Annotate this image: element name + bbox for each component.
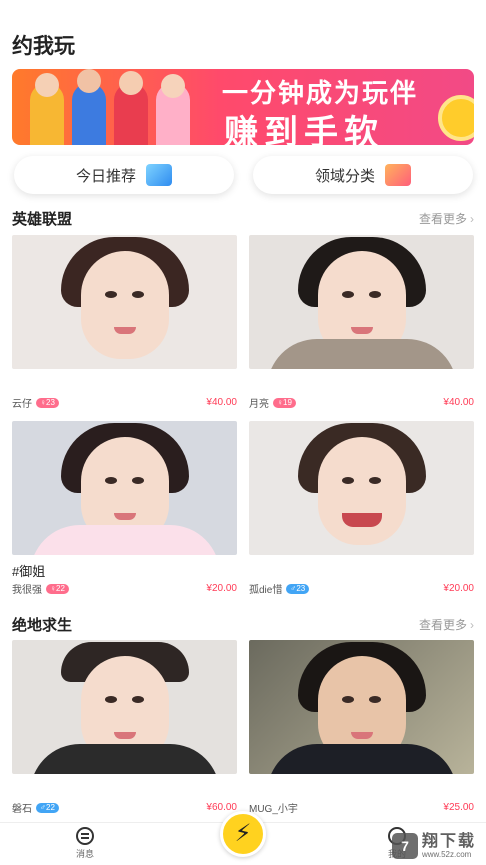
player-card[interactable]: 孤die惜 ♂23 ¥20.00 bbox=[249, 421, 474, 596]
player-card[interactable]: 磐石 ♂22 ¥60.00 bbox=[12, 640, 237, 815]
coin-icon bbox=[438, 95, 474, 141]
photo-eye bbox=[369, 696, 381, 703]
card-caption bbox=[12, 780, 237, 796]
price: ¥40.00 bbox=[206, 397, 237, 408]
player-name: 孤die惜 bbox=[249, 585, 283, 596]
see-more-link[interactable]: 查看更多 › bbox=[419, 616, 474, 633]
recommend-icon bbox=[146, 164, 172, 186]
watermark-brand: 翔下载 bbox=[421, 832, 476, 850]
player-photo bbox=[12, 235, 237, 369]
message-icon bbox=[76, 827, 94, 845]
banner-figure-head bbox=[161, 74, 185, 98]
photo-eye bbox=[132, 696, 144, 703]
section-title: 英雄联盟 bbox=[12, 211, 73, 228]
photo-eye bbox=[132, 291, 144, 298]
banner-figure-head bbox=[77, 69, 101, 93]
watermark-logo: 7 bbox=[391, 833, 418, 859]
age-value: 23 bbox=[46, 397, 55, 407]
section-header-lol: 英雄联盟 查看更多 › bbox=[12, 208, 474, 229]
age-value: 19 bbox=[283, 397, 292, 407]
tab-messages[interactable]: 消息 bbox=[76, 827, 94, 860]
card-caption: #御姐 bbox=[12, 564, 46, 579]
banner-line2: 赚到手软 bbox=[224, 114, 384, 145]
page-title: 约我玩 bbox=[12, 35, 75, 58]
player-card[interactable]: 月亮 ♀19 ¥40.00 bbox=[249, 235, 474, 410]
player-card[interactable]: MUG_小宇 ¥25.00 bbox=[249, 640, 474, 815]
age-value: 23 bbox=[296, 583, 306, 593]
photo-mouth bbox=[350, 327, 373, 334]
tab-messages-label: 消息 bbox=[76, 849, 95, 859]
lightning-icon: ⚡ bbox=[234, 820, 252, 847]
player-name: 我很强 bbox=[12, 585, 42, 596]
photo-bow bbox=[29, 525, 220, 555]
photo-eye bbox=[369, 477, 381, 484]
player-name: 云仔 bbox=[12, 399, 32, 410]
player-card[interactable]: #御姐 我很强 ♀22 ¥20.00 bbox=[12, 421, 237, 596]
photo-eye bbox=[342, 291, 354, 298]
promo-banner[interactable]: 一分钟成为玩伴 赚到手软 bbox=[12, 69, 474, 145]
photo-eye bbox=[342, 696, 354, 703]
section-header-pubg: 绝地求生 查看更多 › bbox=[12, 614, 474, 635]
player-photo bbox=[12, 640, 237, 774]
banner-figure-head bbox=[119, 71, 143, 95]
category-button[interactable]: 领域分类 bbox=[253, 156, 473, 194]
card-caption bbox=[12, 375, 237, 391]
price: ¥40.00 bbox=[443, 397, 474, 408]
card-caption bbox=[249, 375, 474, 391]
price: ¥25.00 bbox=[443, 802, 474, 813]
player-photo bbox=[12, 421, 237, 555]
see-more-label: 查看更多 bbox=[418, 212, 467, 226]
banner-figure-head bbox=[35, 73, 59, 97]
player-name: 月亮 bbox=[249, 399, 269, 410]
photo-mouth bbox=[113, 732, 136, 739]
see-more-label: 查看更多 bbox=[418, 618, 467, 632]
category-label: 领域分类 bbox=[314, 167, 375, 185]
price: ¥20.00 bbox=[206, 583, 237, 594]
chevron-right-icon: › bbox=[470, 617, 474, 632]
price: ¥20.00 bbox=[443, 583, 474, 594]
age-value: 22 bbox=[46, 802, 55, 812]
photo-mouth bbox=[113, 327, 136, 334]
photo-shirt bbox=[29, 744, 220, 774]
card-caption bbox=[249, 561, 474, 577]
see-more-link[interactable]: 查看更多 › bbox=[419, 210, 474, 227]
quick-match-button[interactable]: ⚡ bbox=[220, 811, 266, 857]
player-photo bbox=[249, 421, 474, 555]
gender-age-badge: ♂23 bbox=[286, 583, 310, 594]
photo-eye bbox=[342, 477, 354, 484]
photo-eye bbox=[105, 477, 117, 484]
category-icon bbox=[385, 164, 411, 186]
photo-mouth bbox=[350, 732, 373, 739]
chevron-right-icon: › bbox=[470, 211, 474, 226]
price: ¥60.00 bbox=[206, 802, 237, 813]
gender-age-badge: ♀23 bbox=[36, 397, 59, 408]
watermark-url: www.52z.com bbox=[421, 849, 472, 859]
photo-scarf bbox=[266, 339, 457, 369]
photo-face bbox=[80, 251, 169, 359]
today-recommend-label: 今日推荐 bbox=[75, 167, 136, 185]
gender-age-badge: ♀19 bbox=[273, 397, 296, 408]
photo-mouth bbox=[113, 513, 136, 520]
player-name: 磐石 bbox=[12, 804, 32, 815]
photo-eye bbox=[105, 696, 117, 703]
gender-age-badge: ♀22 bbox=[46, 583, 69, 594]
player-photo bbox=[249, 640, 474, 774]
photo-eye bbox=[132, 477, 144, 484]
today-recommend-button[interactable]: 今日推荐 bbox=[14, 156, 234, 194]
photo-face bbox=[317, 437, 406, 545]
watermark: 7 翔下载 www.52z.com bbox=[391, 832, 476, 859]
photo-eye bbox=[105, 291, 117, 298]
player-photo bbox=[249, 235, 474, 369]
photo-mouth bbox=[341, 513, 382, 527]
section-title: 绝地求生 bbox=[12, 617, 73, 634]
player-card[interactable]: 云仔 ♀23 ¥40.00 bbox=[12, 235, 237, 410]
card-caption bbox=[249, 780, 474, 796]
age-value: 22 bbox=[56, 583, 65, 593]
photo-jacket bbox=[266, 744, 457, 774]
gender-age-badge: ♂22 bbox=[36, 802, 59, 813]
player-name: MUG_小宇 bbox=[249, 804, 298, 815]
photo-eye bbox=[369, 291, 381, 298]
